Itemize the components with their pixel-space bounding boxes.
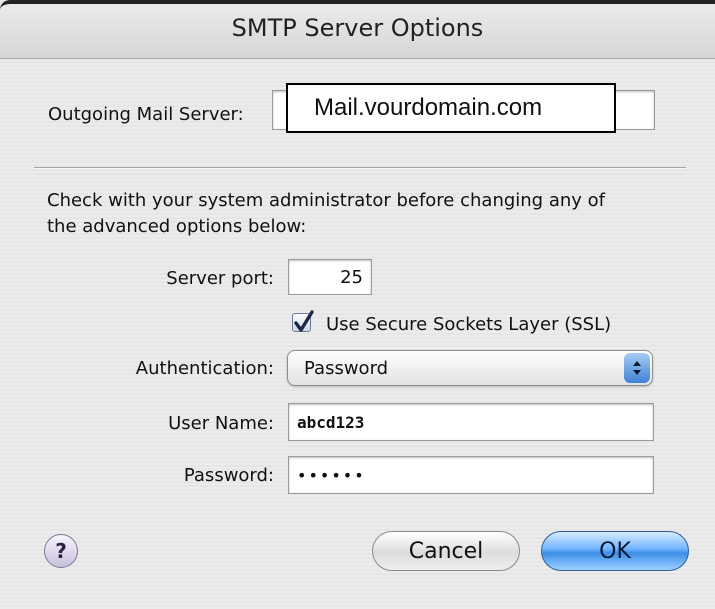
window-frame-edge: [0, 0, 715, 10]
authentication-value: Password: [304, 358, 389, 379]
cancel-button[interactable]: Cancel: [372, 531, 520, 571]
server-port-value: 25: [340, 266, 363, 288]
username-input[interactable]: abcd123: [288, 403, 654, 441]
authentication-select[interactable]: Password: [287, 350, 653, 386]
ssl-checkbox[interactable]: [292, 310, 314, 332]
outgoing-server-value: Mail.vourdomain.com: [286, 83, 616, 133]
server-port-input[interactable]: 25: [288, 259, 372, 295]
advanced-note-line-2: the advanced options below:: [47, 216, 307, 237]
advanced-options-note: Check with your system administrator bef…: [47, 188, 687, 240]
advanced-note-line-1: Check with your system administrator bef…: [47, 190, 605, 211]
username-value: abcd123: [297, 412, 365, 432]
username-label: User Name:: [168, 413, 274, 434]
password-label: Password:: [183, 465, 274, 486]
checkmark-icon: [294, 310, 314, 332]
password-value: ••••••: [297, 465, 366, 485]
section-divider: [34, 167, 686, 169]
ok-button[interactable]: OK: [541, 531, 689, 571]
title-bar: SMTP Server Options: [0, 0, 715, 59]
outgoing-server-label: Outgoing Mail Server:: [48, 104, 244, 125]
ssl-label: Use Secure Sockets Layer (SSL): [326, 314, 612, 335]
window-title: SMTP Server Options: [231, 14, 484, 42]
password-input[interactable]: ••••••: [288, 456, 654, 494]
select-arrows-icon: [624, 353, 650, 383]
authentication-label: Authentication:: [135, 358, 274, 379]
help-button[interactable]: ?: [44, 534, 78, 568]
server-port-label: Server port:: [166, 268, 274, 289]
